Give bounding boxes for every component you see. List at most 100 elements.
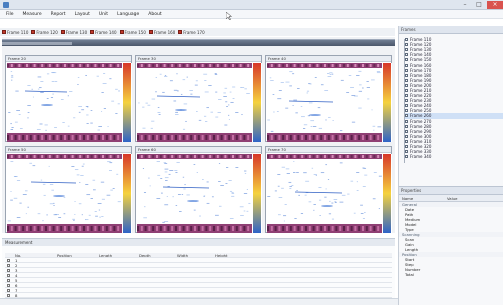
table-cell bbox=[175, 273, 213, 277]
tree-item-label: Frame 340 bbox=[410, 154, 432, 160]
table-cell bbox=[97, 268, 137, 272]
frame-tab-icon bbox=[148, 30, 153, 34]
scan-image bbox=[137, 63, 262, 142]
menu-measure[interactable]: Measure bbox=[23, 12, 42, 17]
table-cell bbox=[97, 293, 137, 297]
frame-panel[interactable]: Frame 60 bbox=[135, 146, 262, 233]
frame-tab[interactable]: Frame 160 bbox=[148, 29, 176, 35]
tree-node-icon bbox=[405, 58, 408, 62]
tree-node-icon bbox=[405, 139, 408, 143]
property-key: Total bbox=[405, 272, 414, 277]
overview-strip[interactable] bbox=[2, 39, 395, 46]
row-checkbox[interactable] bbox=[5, 268, 13, 272]
frame-panel[interactable]: Frame 70 bbox=[265, 146, 392, 233]
row-checkbox[interactable] bbox=[5, 258, 13, 262]
frame-panel[interactable]: Frame 20 bbox=[5, 55, 132, 142]
menu-language[interactable]: Language bbox=[117, 12, 139, 17]
table-cell: 8 bbox=[15, 293, 18, 297]
tree-node-icon bbox=[405, 38, 408, 42]
frame-tab[interactable]: Frame 140 bbox=[90, 29, 117, 35]
scan-image bbox=[137, 154, 262, 233]
table-cell bbox=[97, 278, 137, 282]
table-cell bbox=[97, 258, 137, 262]
frame-tab-icon bbox=[90, 30, 95, 34]
frame-tab-bar: Frame 110 Frame 120 Frame 130 Frame 140 … bbox=[0, 28, 395, 36]
frame-panel[interactable]: Frame 50 bbox=[5, 146, 132, 233]
column-header: Length bbox=[99, 253, 113, 257]
row-checkbox[interactable] bbox=[5, 278, 13, 282]
maximize-button[interactable]: □ bbox=[473, 1, 485, 9]
column-header: Position bbox=[57, 253, 72, 257]
table-cell bbox=[175, 263, 213, 267]
row-checkbox[interactable] bbox=[5, 283, 13, 287]
frame-panel-title: Frame 40 bbox=[266, 56, 391, 62]
sidebar-header: Frames bbox=[399, 26, 503, 34]
table-cell bbox=[213, 258, 263, 262]
frame-panel[interactable]: Frame 30 bbox=[135, 55, 262, 142]
property-value bbox=[444, 272, 503, 277]
row-checkbox[interactable] bbox=[5, 293, 13, 297]
tree-item-frame[interactable]: Frame 340 bbox=[405, 154, 503, 159]
frame-tab-label: Frame 120 bbox=[36, 29, 58, 35]
main-view: Frame 20 Frame 30 Frame 40 Frame 50 Fram… bbox=[2, 37, 395, 233]
table-cell bbox=[137, 278, 175, 282]
frame-tab[interactable]: Frame 120 bbox=[31, 29, 58, 35]
frame-panel[interactable]: Frame 40 bbox=[265, 55, 392, 142]
measurement-panel: Measurement No. Position Length Depth Wi… bbox=[2, 238, 395, 305]
column-header: Height bbox=[215, 253, 228, 257]
column-header: Depth bbox=[139, 253, 151, 257]
frames-sidebar: Frames Frame 110 Frame 120 Frame 130 Frame … bbox=[398, 26, 503, 305]
scan-image bbox=[7, 154, 132, 233]
frame-tab-label: Frame 160 bbox=[153, 29, 176, 35]
minimize-button[interactable]: – bbox=[459, 1, 471, 9]
table-cell bbox=[137, 268, 175, 272]
table-cell bbox=[137, 283, 175, 287]
table-cell bbox=[175, 278, 213, 282]
frame-grid: Frame 20 Frame 30 Frame 40 Frame 50 Fram… bbox=[5, 55, 392, 233]
menu-bar: File Measure Report Layout Unit Language… bbox=[0, 10, 503, 19]
table-cell: 6 bbox=[15, 283, 18, 287]
tree-node-icon bbox=[405, 114, 408, 118]
frame-tab[interactable]: Frame 110 bbox=[2, 30, 28, 35]
table-cell: 7 bbox=[15, 288, 18, 292]
table-cell bbox=[175, 258, 213, 262]
frame-tab[interactable]: Frame 170 bbox=[178, 29, 205, 35]
menu-file[interactable]: File bbox=[6, 12, 14, 17]
tree-node-icon bbox=[405, 155, 408, 159]
frame-panel-title: Frame 50 bbox=[6, 147, 131, 153]
table-cell bbox=[137, 293, 175, 297]
row-checkbox[interactable] bbox=[5, 288, 13, 292]
table-cell bbox=[137, 273, 175, 277]
tree-node-icon bbox=[405, 73, 408, 77]
frame-tab[interactable]: Frame 130 bbox=[60, 29, 88, 35]
scan-image bbox=[267, 63, 392, 142]
frame-panel-title: Frame 60 bbox=[136, 147, 261, 153]
menu-unit[interactable]: Unit bbox=[99, 12, 108, 17]
frame-panel-title: Frame 30 bbox=[136, 56, 261, 62]
menu-report[interactable]: Report bbox=[51, 12, 66, 17]
scan-image bbox=[7, 63, 132, 142]
tree-node-icon bbox=[405, 83, 408, 87]
frame-tab-label: Frame 130 bbox=[65, 29, 88, 35]
row-checkbox[interactable] bbox=[5, 263, 13, 267]
frame-tab-icon bbox=[119, 30, 124, 34]
frame-tab-label: Frame 150 bbox=[124, 29, 146, 35]
table-cell bbox=[55, 293, 97, 297]
table-cell bbox=[97, 273, 137, 277]
property-value bbox=[444, 247, 503, 252]
menu-about[interactable]: About bbox=[148, 12, 161, 17]
table-cell: 1 bbox=[15, 258, 18, 262]
table-cell bbox=[175, 283, 213, 287]
tree-node-icon bbox=[405, 104, 408, 108]
table-cell bbox=[213, 278, 263, 282]
close-button[interactable]: × bbox=[487, 0, 503, 9]
frame-tab-label: Frame 170 bbox=[183, 29, 205, 35]
title-bar: – □ × bbox=[0, 0, 503, 10]
frame-tab[interactable]: Frame 150 bbox=[119, 29, 146, 35]
frame-tab-label: Frame 110 bbox=[7, 29, 29, 35]
frame-tab-label: Frame 140 bbox=[95, 29, 117, 35]
menu-layout[interactable]: Layout bbox=[75, 12, 90, 17]
table-cell bbox=[137, 263, 175, 267]
row-checkbox[interactable] bbox=[5, 273, 13, 277]
tree-node-icon bbox=[405, 119, 408, 123]
